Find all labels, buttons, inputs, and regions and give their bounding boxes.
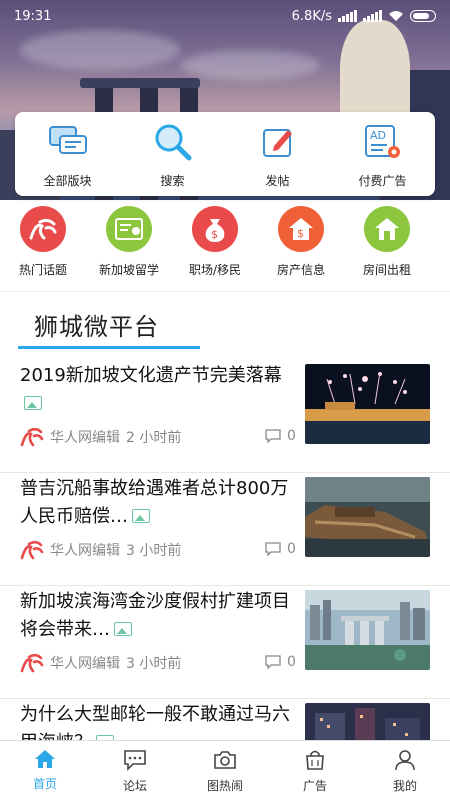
- menu-all-sections[interactable]: 全部版块: [15, 112, 120, 196]
- forum-icon: [124, 750, 146, 771]
- menu-search[interactable]: 搜索: [120, 112, 225, 196]
- certificate-icon: [106, 206, 152, 252]
- menu-label: 全部版块: [43, 174, 92, 188]
- comment-icon: [265, 655, 281, 669]
- category-label: 新加坡留学: [98, 263, 159, 277]
- article-thumbnail[interactable]: [305, 477, 430, 557]
- article-meta: 华人网编辑 3 小时前: [20, 652, 181, 674]
- menu-label: 付费广告: [358, 174, 407, 188]
- signal-icon-2: [363, 10, 382, 22]
- article-meta: 华人网编辑 3 小时前: [20, 539, 181, 561]
- section-title: 狮城微平台: [18, 305, 200, 349]
- article-thumbnail[interactable]: [305, 364, 430, 444]
- house-rent-icon: [364, 206, 410, 252]
- article-title[interactable]: 普吉沉船事故给遇难者总计800万人民币赔偿…: [20, 475, 298, 531]
- category-property[interactable]: $ 房产信息: [258, 206, 344, 291]
- category-label: 热门话题: [18, 263, 67, 277]
- signal-icon: [338, 10, 357, 22]
- category-row: 热门话题 新加坡留学 $ 职场/移民 $ 房产信息 房间出租 狮: [0, 206, 450, 292]
- comment-icon: [265, 429, 281, 443]
- wifi-icon: [389, 11, 403, 21]
- comment-count: 0: [265, 654, 296, 670]
- money-bag-icon: $: [192, 206, 238, 252]
- section-underline: [18, 346, 200, 349]
- menu-label: 发帖: [265, 174, 290, 188]
- article-author: 华人网编辑: [50, 543, 120, 559]
- ad-icon-text: AD: [370, 129, 386, 142]
- article-item[interactable]: 新加坡滨海湾金沙度假村扩建项目将会带来… 华人网编辑 3 小时前 0: [0, 586, 450, 699]
- article-meta: 华人网编辑 2 小时前: [20, 426, 181, 448]
- tab-label: 图热闹: [206, 779, 243, 793]
- camera-icon: [214, 751, 236, 769]
- network-speed: 6.8K/s: [291, 8, 332, 24]
- bottom-nav: 首页 论坛 图热闹 广告 我的: [0, 740, 450, 800]
- skyline-deck: [80, 78, 200, 88]
- category-label: 职场/移民: [188, 263, 242, 277]
- lion-logo-icon: [20, 540, 44, 560]
- battery-icon: [410, 10, 436, 22]
- article-item[interactable]: 2019新加坡文化遗产节完美落幕 华人网编辑 2 小时前 0: [0, 360, 450, 473]
- comment-count-text: 0: [287, 654, 296, 670]
- status-bar: 19:31 6.8K/s: [0, 0, 450, 32]
- article-author: 华人网编辑: [50, 430, 120, 446]
- article-time: 3 小时前: [126, 543, 182, 559]
- house-dollar-icon: $: [278, 206, 324, 252]
- image-icon: [114, 622, 132, 636]
- tab-label: 广告: [302, 779, 327, 793]
- search-icon: [151, 122, 195, 162]
- shopping-bag-icon: [306, 750, 324, 770]
- article-time: 3 小时前: [126, 656, 182, 672]
- image-icon: [24, 396, 42, 410]
- comment-count-text: 0: [287, 428, 296, 444]
- article-author: 华人网编辑: [50, 656, 120, 672]
- category-career[interactable]: $ 职场/移民: [172, 206, 258, 291]
- tab-label: 论坛: [122, 779, 147, 793]
- menu-label: 搜索: [160, 174, 185, 188]
- user-icon: [395, 750, 415, 771]
- article-list: 2019新加坡文化遗产节完美落幕 华人网编辑 2 小时前 0 普吉沉船事故给遇难…: [0, 360, 450, 800]
- article-title-text: 新加坡滨海湾金沙度假村扩建项目将会带来…: [20, 591, 290, 640]
- category-study[interactable]: 新加坡留学: [86, 206, 172, 291]
- category-hot-topics[interactable]: 热门话题: [0, 206, 86, 291]
- comment-count: 0: [265, 428, 296, 444]
- tab-label: 首页: [32, 777, 57, 791]
- image-icon: [132, 509, 150, 523]
- article-item[interactable]: 普吉沉船事故给遇难者总计800万人民币赔偿… 华人网编辑 3 小时前 0: [0, 473, 450, 586]
- category-room-rent[interactable]: 房间出租: [344, 206, 430, 291]
- category-partial[interactable]: 狮: [430, 206, 450, 291]
- article-thumbnail[interactable]: [305, 590, 430, 670]
- status-time: 19:31: [14, 8, 52, 24]
- category-label: 房产信息: [276, 263, 325, 277]
- tab-label: 我的: [392, 779, 417, 793]
- article-title-text: 2019新加坡文化遗产节完美落幕: [20, 365, 282, 386]
- lion-logo-icon: [20, 206, 66, 252]
- home-icon: [35, 750, 55, 768]
- tab-me[interactable]: 我的: [360, 741, 450, 800]
- lion-logo-icon: [20, 427, 44, 447]
- menu-post[interactable]: 发帖: [225, 112, 330, 196]
- section-title-text: 狮城微平台: [34, 313, 159, 341]
- comment-count: 0: [265, 541, 296, 557]
- article-title-text: 普吉沉船事故给遇难者总计800万人民币赔偿…: [20, 478, 289, 527]
- menu-paid-ad[interactable]: AD 付费广告: [330, 112, 435, 196]
- edit-icon: [256, 122, 300, 162]
- chat-bubbles-icon: [46, 122, 90, 162]
- lion-logo-icon: [20, 653, 44, 673]
- article-title[interactable]: 2019新加坡文化遗产节完美落幕: [20, 362, 298, 418]
- comment-icon: [265, 542, 281, 556]
- svg-text:$: $: [211, 228, 218, 241]
- category-label: 房间出租: [362, 263, 411, 277]
- tab-photos[interactable]: 图热闹: [180, 741, 270, 800]
- article-time: 2 小时前: [126, 430, 182, 446]
- top-menu-card: 全部版块 搜索 发帖 AD 付费广告: [15, 112, 435, 196]
- tab-home[interactable]: 首页: [0, 741, 90, 800]
- comment-count-text: 0: [287, 541, 296, 557]
- tab-forum[interactable]: 论坛: [90, 741, 180, 800]
- tab-ads[interactable]: 广告: [270, 741, 360, 800]
- ad-icon: AD: [361, 122, 405, 162]
- article-title[interactable]: 新加坡滨海湾金沙度假村扩建项目将会带来…: [20, 588, 298, 644]
- svg-text:$: $: [297, 227, 304, 240]
